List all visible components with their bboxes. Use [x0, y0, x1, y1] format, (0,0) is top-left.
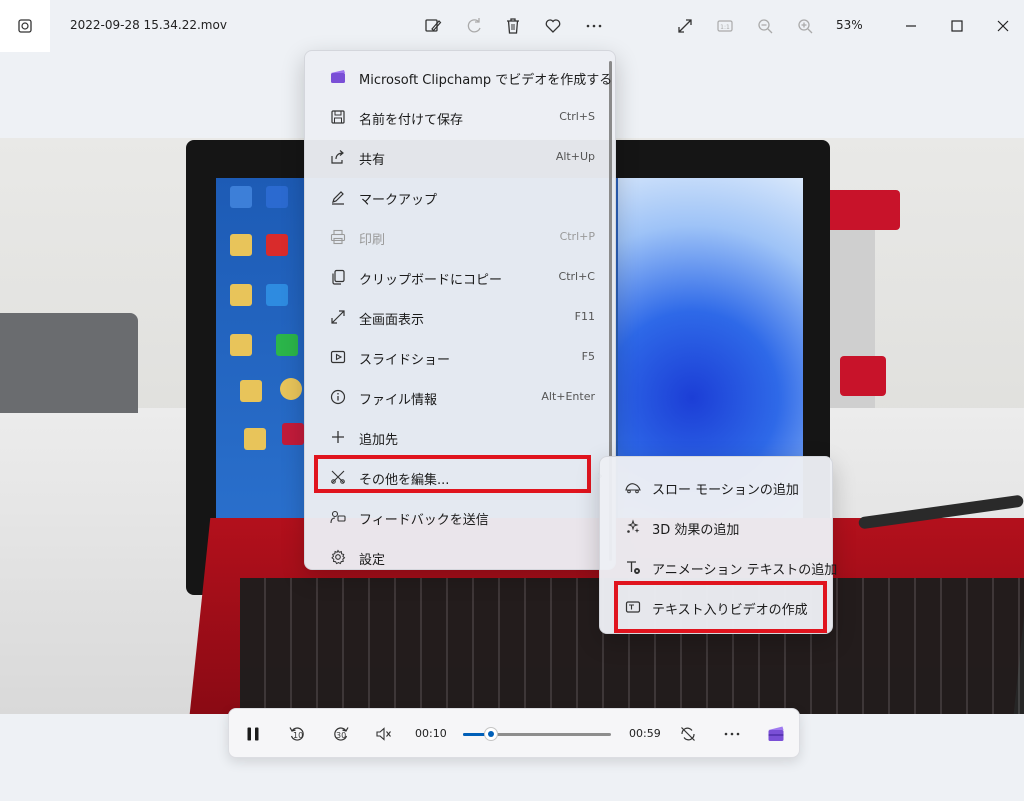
animated-text-icon [624, 558, 642, 576]
desktop-icon [266, 186, 288, 208]
menu-item-shortcut: Ctrl+P [559, 230, 595, 243]
highlight-box-edit-more [314, 455, 591, 493]
current-time: 00:10 [415, 727, 447, 740]
menu-item-label: 追加先 [359, 433, 399, 448]
desktop-icon [230, 234, 252, 256]
desktop-icon [282, 423, 304, 445]
more-icon[interactable] [719, 721, 745, 747]
menu-item-label: 全画面表示 [359, 313, 425, 328]
submenu-item-label: アニメーション テキストの追加 [652, 563, 838, 578]
info-icon [329, 388, 347, 406]
menu-item-print[interactable]: 印刷 Ctrl+P [309, 217, 609, 257]
share-icon [329, 148, 347, 166]
mute-icon[interactable] [371, 721, 397, 747]
forward-seconds-label: 30 [336, 731, 347, 740]
highlight-box-video-with-text [614, 581, 827, 633]
menu-item-copy[interactable]: クリップボードにコピー Ctrl+C [309, 257, 609, 297]
menu-item-label: 設定 [359, 553, 386, 568]
desktop-icon [240, 380, 262, 402]
menu-item-clipchamp[interactable]: Microsoft Clipchamp でビデオを作成する [309, 57, 613, 97]
desktop-icon [230, 186, 252, 208]
menu-item-share[interactable]: 共有 Alt+Up [309, 137, 609, 177]
title-bar: 2022-09-28 15.34.22.mov 1:1 53% [0, 0, 1024, 52]
feedback-icon [329, 508, 347, 526]
menu-item-shortcut: Alt+Enter [541, 390, 595, 403]
duration: 00:59 [629, 727, 661, 740]
markup-pen-icon [329, 188, 347, 206]
rewind-10-icon[interactable]: 10 [284, 721, 310, 747]
desktop-icon [230, 334, 252, 356]
maximize-icon[interactable] [944, 13, 970, 39]
3d-effects-icon [624, 518, 642, 536]
pause-icon[interactable] [240, 721, 266, 747]
favorite-icon[interactable] [540, 13, 566, 39]
submenu-item-label: スロー モーションの追加 [652, 483, 799, 498]
fullscreen-icon [329, 308, 347, 326]
seek-slider[interactable] [463, 727, 611, 741]
desktop-icon [266, 284, 288, 306]
rotate-icon[interactable] [462, 13, 488, 39]
menu-item-label: Microsoft Clipchamp でビデオを作成する [359, 73, 613, 88]
desktop-icon [230, 284, 252, 306]
menu-item-markup[interactable]: マークアップ [309, 177, 609, 217]
menu-item-fullscreen[interactable]: 全画面表示 F11 [309, 297, 609, 337]
save-icon [329, 108, 347, 126]
edit-image-icon[interactable] [420, 13, 446, 39]
desktop-icon [276, 334, 298, 356]
menu-item-feedback[interactable]: フィードバックを送信 [309, 497, 609, 537]
repeat-off-icon[interactable] [675, 721, 701, 747]
minimize-icon[interactable] [898, 13, 924, 39]
menu-item-label: ファイル情報 [359, 393, 438, 408]
menu-item-label: 共有 [359, 153, 386, 168]
clipchamp-icon[interactable] [763, 721, 789, 747]
menu-item-label: 印刷 [359, 233, 386, 248]
menu-item-label: 名前を付けて保存 [359, 113, 464, 128]
menu-item-shortcut: F11 [574, 310, 595, 323]
print-icon [329, 228, 347, 246]
more-icon[interactable] [581, 13, 607, 39]
rewind-seconds-label: 10 [293, 731, 304, 740]
menu-item-slideshow[interactable]: スライドショー F5 [309, 337, 609, 377]
add-icon [329, 428, 347, 446]
desktop-icon [244, 428, 266, 450]
zoom-in-icon[interactable] [792, 13, 818, 39]
chair [0, 313, 138, 413]
red-stand-part [840, 356, 886, 396]
submenu-item-slow-motion[interactable]: スロー モーションの追加 [604, 467, 830, 507]
settings-gear-icon [329, 548, 347, 566]
zoom-level[interactable]: 53% [836, 18, 863, 32]
menu-item-save-as[interactable]: 名前を付けて保存 Ctrl+S [309, 97, 609, 137]
clipchamp-icon [329, 68, 347, 86]
menu-item-label: スライドショー [359, 353, 451, 368]
menu-item-shortcut: Ctrl+C [558, 270, 595, 283]
close-icon[interactable] [990, 13, 1016, 39]
slow-motion-icon [624, 478, 642, 496]
menu-item-shortcut: Alt+Up [555, 150, 595, 163]
forward-30-icon[interactable]: 30 [328, 721, 354, 747]
zoom-out-icon[interactable] [752, 13, 778, 39]
menu-item-settings[interactable]: 設定 [309, 537, 609, 577]
submenu-item-3d-effects[interactable]: 3D 効果の追加 [604, 507, 830, 547]
menu-item-label: クリップボードにコピー [359, 273, 503, 288]
svg-text:1:1: 1:1 [720, 24, 730, 31]
menu-item-label: フィードバックを送信 [359, 513, 489, 528]
fullscreen-icon[interactable] [672, 13, 698, 39]
desktop-icon [266, 234, 288, 256]
copy-icon [329, 268, 347, 286]
menu-item-shortcut: F5 [581, 350, 595, 363]
menu-item-label: マークアップ [359, 193, 438, 208]
red-stand-part [820, 190, 900, 230]
delete-icon[interactable] [500, 13, 526, 39]
slideshow-icon [329, 348, 347, 366]
file-name: 2022-09-28 15.34.22.mov [70, 18, 227, 32]
photos-app-icon [0, 0, 50, 52]
seek-thumb[interactable] [484, 727, 498, 741]
menu-item-shortcut: Ctrl+S [559, 110, 595, 123]
desktop-icon [280, 378, 302, 400]
player-controls: 10 30 00:10 00:59 [228, 708, 800, 758]
submenu-item-label: 3D 効果の追加 [652, 523, 740, 538]
menu-item-file-info[interactable]: ファイル情報 Alt+Enter [309, 377, 609, 417]
menu-item-add-to[interactable]: 追加先 [309, 417, 609, 457]
actual-size-icon[interactable]: 1:1 [712, 13, 738, 39]
